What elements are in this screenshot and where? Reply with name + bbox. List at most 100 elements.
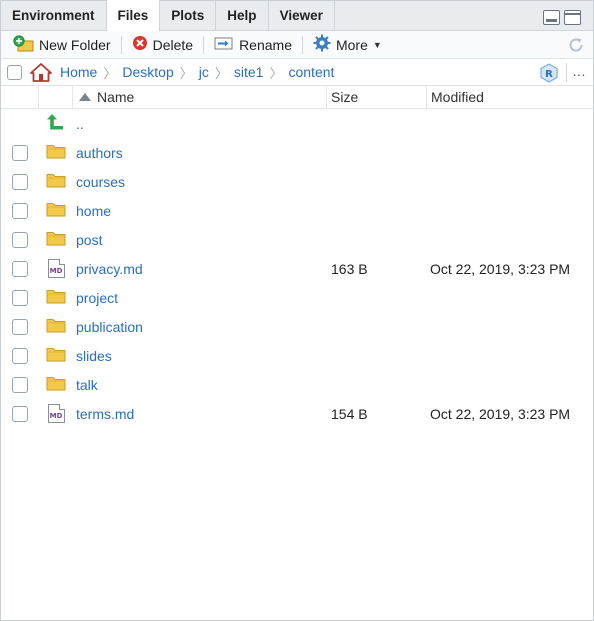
new-folder-icon [13,34,34,55]
tab-files[interactable]: Files [106,0,161,31]
chevron-right-icon: 〉 [214,65,228,81]
refresh-icon [567,38,585,57]
row-checkbox[interactable] [12,202,28,219]
gear-icon [313,34,331,55]
chevron-right-icon: 〉 [269,65,283,81]
folder-icon [46,375,66,394]
file-name-link[interactable]: project [76,290,118,306]
sort-ascending-icon [79,93,91,101]
breadcrumb-home[interactable]: Home [60,64,97,80]
delete-label: Delete [152,36,194,53]
file-name-link[interactable]: courses [76,174,125,190]
row-checkbox[interactable] [12,144,28,161]
table-row[interactable]: slides [1,341,593,370]
file-size: 163 B [331,260,368,277]
parent-dir-row[interactable]: .. [1,109,593,138]
row-checkbox[interactable] [12,318,28,335]
home-icon[interactable] [30,62,52,82]
header-name-label: Name [97,89,135,105]
rproject-icon[interactable]: R [539,63,559,86]
delete-button[interactable]: Delete [128,35,197,54]
table-row[interactable]: project [1,283,593,312]
table-row[interactable]: talk [1,370,593,399]
file-name-link[interactable]: slides [76,348,112,364]
more-options-button[interactable]: … [572,63,587,79]
row-checkbox[interactable] [12,347,28,364]
file-name-link[interactable]: publication [76,319,143,335]
file-name-link[interactable]: home [76,203,111,219]
tab-strip: Environment Files Plots Help Viewer [1,0,593,31]
file-name-link[interactable]: terms.md [76,406,134,422]
tab-environment[interactable]: Environment [1,1,107,30]
folder-icon [46,317,66,336]
breadcrumb-content[interactable]: content [288,64,334,80]
folder-icon [46,172,66,191]
breadcrumb-desktop[interactable]: Desktop [122,64,173,80]
file-table-header: Name Size Modified [1,86,593,109]
table-row[interactable]: MD terms.md 154 B Oct 22, 2019, 3:23 PM [1,399,593,428]
row-checkbox[interactable] [12,260,28,277]
files-pane: Environment Files Plots Help Viewer New … [0,0,594,621]
table-row[interactable]: home [1,196,593,225]
chevron-right-icon: 〉 [179,65,193,81]
breadcrumb-site1[interactable]: site1 [234,64,264,80]
md-file-icon: MD [47,259,65,278]
folder-icon [46,201,66,220]
header-check-col [1,86,39,108]
maximize-pane-button[interactable] [564,10,581,25]
tab-help[interactable]: Help [216,1,269,30]
folder-icon [46,346,66,365]
row-checkbox[interactable] [12,376,28,393]
file-name-link[interactable]: post [76,232,102,248]
row-checkbox[interactable] [12,173,28,190]
toolbar-separator [301,35,303,54]
header-icon-col [39,86,73,108]
row-checkbox[interactable] [12,405,28,422]
new-folder-button[interactable]: New Folder [9,34,115,55]
parent-dir-icon [47,113,65,134]
file-list: .. authors courses home post MD privacy.md 163… [1,109,593,428]
svg-text:R: R [545,69,553,80]
delete-icon [132,35,148,54]
table-row[interactable]: MD privacy.md 163 B Oct 22, 2019, 3:23 PM [1,254,593,283]
rename-icon [214,35,234,54]
table-row[interactable]: courses [1,167,593,196]
new-folder-label: New Folder [39,36,111,53]
minimize-pane-button[interactable] [543,10,560,25]
select-all-checkbox[interactable] [7,64,22,80]
files-toolbar: New Folder Delete Rename More ▼ [1,31,593,59]
header-name[interactable]: Name [73,86,327,108]
more-menu-button[interactable]: More ▼ [309,34,386,55]
folder-icon [46,230,66,249]
refresh-button[interactable] [567,36,585,57]
header-modified[interactable]: Modified [427,86,593,108]
caret-down-icon: ▼ [372,39,382,50]
rename-button[interactable]: Rename [210,35,296,54]
file-size: 154 B [331,405,368,422]
row-checkbox[interactable] [12,231,28,248]
table-row[interactable]: post [1,225,593,254]
breadcrumb: Home 〉 Desktop 〉 jc 〉 site1 〉 content R … [1,59,593,86]
toolbar-separator [120,35,122,54]
file-name-link[interactable]: privacy.md [76,261,143,277]
file-name-link[interactable]: talk [76,377,98,393]
table-row[interactable]: publication [1,312,593,341]
more-label: More [335,36,368,53]
md-file-icon: MD [47,404,65,423]
file-name-link[interactable]: authors [76,145,123,161]
folder-icon [46,143,66,162]
parent-dir-link[interactable]: .. [76,116,84,132]
file-modified: Oct 22, 2019, 3:23 PM [430,260,571,277]
header-size[interactable]: Size [327,86,427,108]
folder-icon [46,288,66,307]
tab-viewer[interactable]: Viewer [268,1,335,30]
breadcrumb-jc[interactable]: jc [199,64,209,80]
toolbar-separator [203,35,205,54]
window-controls [543,10,581,25]
rename-label: Rename [239,36,292,53]
file-modified: Oct 22, 2019, 3:23 PM [430,405,571,422]
tab-plots[interactable]: Plots [160,1,217,30]
row-checkbox[interactable] [12,289,28,306]
table-row[interactable]: authors [1,138,593,167]
chevron-right-icon: 〉 [103,65,117,81]
